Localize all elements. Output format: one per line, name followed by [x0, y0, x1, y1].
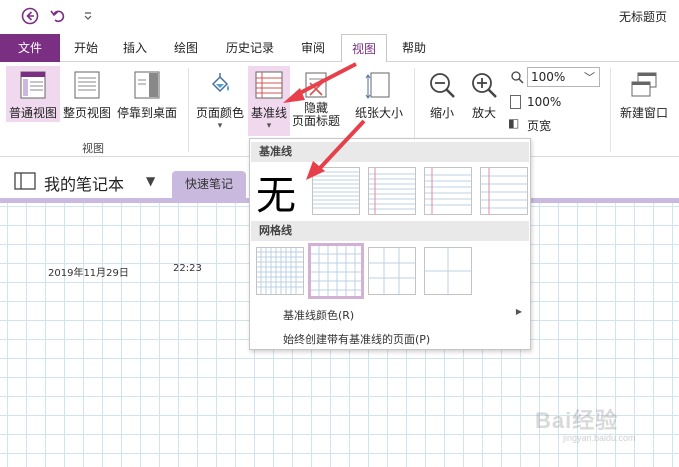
rule-lines-header: 基准线	[251, 142, 529, 162]
tab-file[interactable]: 文件	[0, 34, 60, 62]
zoom-out-icon	[427, 70, 457, 100]
paper-size-icon	[364, 70, 394, 100]
full-page-view-label: 整页视图	[62, 106, 111, 120]
views-group-label: 视图	[82, 142, 104, 155]
page-color-label: 页面颜色	[195, 106, 244, 120]
tab-help[interactable]: 帮助	[395, 34, 433, 62]
rule-standard-option[interactable]	[424, 167, 472, 215]
zoom-level-value: 100%	[531, 70, 566, 84]
grid-lines-header: 网格线	[251, 221, 529, 241]
rule-lines-button[interactable]: 基准线 ▾	[248, 66, 290, 136]
ribbon-tabs: 文件 开始 插入 绘图 历史记录 审阅 视图 帮助	[0, 34, 679, 63]
zoom-magnifier-icon	[510, 70, 524, 84]
zoom-100-button[interactable]: 100%	[510, 94, 610, 112]
title-bar: 无标题页	[0, 0, 679, 34]
paper-size-label: 纸张大小	[354, 106, 403, 120]
notebook-name[interactable]: 我的笔记本	[44, 171, 124, 195]
grid-small-option[interactable]	[256, 247, 304, 295]
grid-medium-option[interactable]	[308, 243, 364, 299]
full-page-view-icon	[73, 70, 101, 100]
window-title: 无标题页	[618, 10, 667, 24]
rule-lines-dropdown: 基准线 无 网格线 基准线颜色(R) ▶ 始终创建带有基准线的页面(P)	[249, 138, 531, 350]
chevron-down-icon[interactable]: ▼	[146, 174, 155, 188]
tab-view[interactable]: 视图	[341, 34, 387, 63]
tab-review[interactable]: 审阅	[294, 34, 332, 62]
zoom-in-button[interactable]: 放大	[464, 66, 504, 126]
zoom-out-button[interactable]: 缩小	[422, 66, 462, 126]
zoom-in-label: 放大	[471, 106, 496, 120]
watermark-logo: Bai经验 jingyan.baidu.com	[535, 403, 655, 449]
rule-narrow-option[interactable]	[312, 167, 360, 215]
page-width-label: 页宽	[527, 119, 552, 133]
page-width-button[interactable]: ◧ 页宽	[508, 116, 608, 134]
back-icon[interactable]	[20, 6, 40, 26]
full-page-view-button[interactable]: 整页视图	[61, 66, 113, 122]
page-date: 2019年11月29日	[48, 268, 129, 279]
grid-xlarge-option[interactable]	[424, 247, 472, 295]
rule-lines-label: 基准线	[250, 106, 287, 120]
normal-view-label: 普通视图	[8, 106, 57, 120]
hide-title-icon	[301, 70, 331, 100]
new-window-button[interactable]: 新建窗口	[615, 66, 673, 126]
page-color-button[interactable]: 页面颜色 ▾	[195, 66, 245, 136]
zoom-100-label: 100%	[527, 95, 562, 109]
rule-college-option[interactable]	[368, 167, 416, 215]
dock-to-desktop-label: 停靠到桌面	[116, 106, 177, 120]
normal-view-icon	[19, 70, 47, 100]
hide-page-title-button[interactable]: 隐藏 页面标题	[290, 66, 342, 140]
rule-wide-option[interactable]	[480, 167, 528, 215]
always-create-rule-lines-item[interactable]: 始终创建带有基准线的页面(P)	[283, 331, 430, 347]
page-icon	[510, 95, 521, 109]
new-window-label: 新建窗口	[619, 106, 668, 120]
chevron-down-icon: ▾	[266, 121, 272, 131]
customize-quick-access-icon[interactable]	[78, 6, 98, 26]
section-tab-quick-notes[interactable]: 快速笔记	[172, 171, 246, 198]
zoom-level-select[interactable]: 100% ﹀	[527, 67, 600, 87]
undo-icon[interactable]	[48, 6, 68, 26]
chevron-down-icon: ▾	[217, 121, 223, 131]
tab-home[interactable]: 开始	[67, 34, 105, 62]
tab-draw[interactable]: 绘图	[167, 34, 205, 62]
new-window-icon	[629, 70, 659, 100]
zoom-out-label: 缩小	[429, 106, 454, 120]
ribbon-separator	[610, 68, 611, 152]
watermark-site: jingyan.baidu.com	[563, 433, 636, 443]
paint-bucket-icon	[205, 70, 235, 100]
watermark-brand: Bai经验	[535, 408, 619, 433]
rule-none-label: 无	[256, 173, 296, 219]
grid-large-option[interactable]	[368, 247, 416, 295]
rule-line-color-item[interactable]: 基准线颜色(R)	[283, 307, 354, 323]
tab-history[interactable]: 历史记录	[220, 34, 280, 62]
tab-insert[interactable]: 插入	[116, 34, 154, 62]
ribbon-separator	[188, 68, 189, 152]
notebook-icon	[14, 172, 36, 190]
dock-to-desktop-button[interactable]: 停靠到桌面	[115, 66, 179, 122]
zoom-in-icon	[469, 70, 499, 100]
page-time: 22:23	[173, 263, 202, 274]
hide-page-title-label: 隐藏 页面标题	[291, 101, 340, 128]
dock-icon	[133, 70, 161, 100]
chevron-down-icon: ﹀	[584, 71, 595, 84]
submenu-arrow-icon: ▶	[515, 307, 522, 316]
normal-view-button[interactable]: 普通视图	[6, 66, 60, 122]
rule-lines-icon	[254, 70, 284, 100]
rule-none-option[interactable]: 无	[256, 167, 304, 219]
paper-size-button[interactable]: 纸张大小	[350, 66, 408, 126]
page-width-icon: ◧	[508, 116, 520, 130]
